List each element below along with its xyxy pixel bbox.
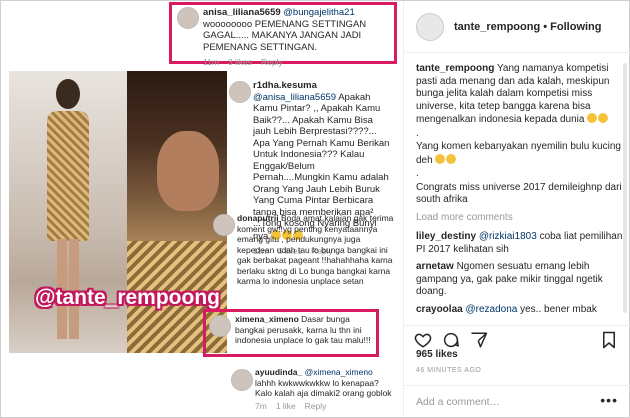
comment-anisa: anisa_liliana5659 @bungajelitha21 wooooo… xyxy=(203,7,389,69)
caption-user[interactable]: tante_rempoong xyxy=(416,63,494,74)
comment-time: 7m xyxy=(255,400,267,411)
avatar xyxy=(177,7,199,29)
avatar xyxy=(229,81,251,103)
bookmark-icon[interactable] xyxy=(600,331,618,349)
comment-mention[interactable]: @anisa_liliana5659 xyxy=(253,92,336,103)
reply-link[interactable]: Reply xyxy=(261,57,283,67)
comment-user[interactable]: donaputrii xyxy=(237,213,279,223)
caption-line3: Congrats miss universe 2017 demileighnp … xyxy=(416,181,622,206)
scrollbar[interactable] xyxy=(623,63,627,313)
list-item: arnetaw Ngomen sesuatu emang lebih gampa… xyxy=(416,261,626,299)
comment-icon[interactable] xyxy=(442,331,460,349)
avatar[interactable] xyxy=(416,13,444,41)
like-count[interactable]: 965 likes xyxy=(416,349,458,360)
comment-user[interactable]: ximena_ximeno xyxy=(235,314,299,324)
post-image: @tante_rempoong anisa_liliana5659 @bunga… xyxy=(1,1,403,417)
comment-ximena: ximena_ximeno Dasar bunga bangkai perusa… xyxy=(235,314,375,346)
comment-user[interactable]: arnetaw xyxy=(416,261,454,272)
comment-text: yes.. bener mbak xyxy=(520,303,597,315)
caption: tante_rempoong Yang namanya kompetisi pa… xyxy=(416,63,626,127)
watermark: @tante_rempoong xyxy=(35,286,220,309)
avatar xyxy=(213,214,235,236)
action-bar xyxy=(404,325,630,351)
load-more-comments[interactable]: Load more comments xyxy=(416,212,626,225)
comment-text: Boda amat kalaian gak terima koment gw!!… xyxy=(237,213,394,286)
comment-user[interactable]: liley_destiny xyxy=(416,231,476,242)
comment-mention[interactable]: @rizkiai1803 xyxy=(479,231,537,242)
comment-ayuudinda: ayuudinda_ @ximena_ximeno lahhh kwkwwkwk… xyxy=(255,367,395,411)
comment-likes[interactable]: 1 like xyxy=(276,401,296,411)
caption-dot: . xyxy=(416,127,419,139)
comment-text: lahhh kwkwwkwkkw lo kenapaa? Kalo kalah … xyxy=(255,377,392,399)
comment-mention[interactable]: @rezadona xyxy=(465,304,517,315)
list-item: liley_destiny @rizkiai1803 coba liat pem… xyxy=(416,231,626,256)
separator: • xyxy=(543,21,548,33)
more-options-icon[interactable]: ••• xyxy=(600,392,618,408)
reply-link[interactable]: Reply xyxy=(305,401,327,411)
post-sidebar: tante_rempoong • Following tante_rempoon… xyxy=(403,1,630,417)
comment-mention[interactable]: @ximena_ximeno xyxy=(305,367,373,377)
following-button[interactable]: Following xyxy=(550,21,601,33)
comment-mention[interactable]: @bungajelitha21 xyxy=(283,7,354,18)
list-item: crayoolaa @rezadona yes.. bener mbak xyxy=(416,304,626,317)
comments-list[interactable]: tante_rempoong Yang namanya kompetisi pa… xyxy=(416,63,626,325)
post-timestamp: 46 MINUTES AGO xyxy=(416,367,482,374)
post-header: tante_rempoong • Following xyxy=(404,1,630,53)
comment-likes[interactable]: 3 likes xyxy=(228,57,252,67)
comment-donaputrii: donaputrii Boda amat kalaian gak terima … xyxy=(237,213,397,287)
comment-user[interactable]: ayuudinda_ xyxy=(255,367,302,377)
comment-user[interactable]: anisa_liliana5659 xyxy=(203,7,281,18)
caption-dot: . xyxy=(416,168,419,179)
comment-user[interactable]: crayoolaa xyxy=(416,304,463,315)
comment-time: 11m xyxy=(203,57,219,67)
avatar xyxy=(209,315,231,337)
comment-text: woooooooo PEMENANG SETTINGAN GAGAL..... … xyxy=(203,18,367,53)
post-author: tante_rempoong • Following xyxy=(454,21,602,33)
caption-line2: Yang komen kebanyakan nyemilin bulu kuci… xyxy=(416,141,621,166)
username-link[interactable]: tante_rempoong xyxy=(454,21,540,33)
comment-input-placeholder[interactable]: Add a comment… xyxy=(416,396,500,408)
comment-input[interactable]: Add a comment… ••• xyxy=(404,385,630,417)
heart-icon[interactable] xyxy=(414,331,432,349)
share-icon[interactable] xyxy=(470,331,488,349)
comment-user[interactable]: r1dha.kesuma xyxy=(253,80,317,91)
avatar xyxy=(231,369,253,391)
photo-full-body xyxy=(9,71,127,353)
